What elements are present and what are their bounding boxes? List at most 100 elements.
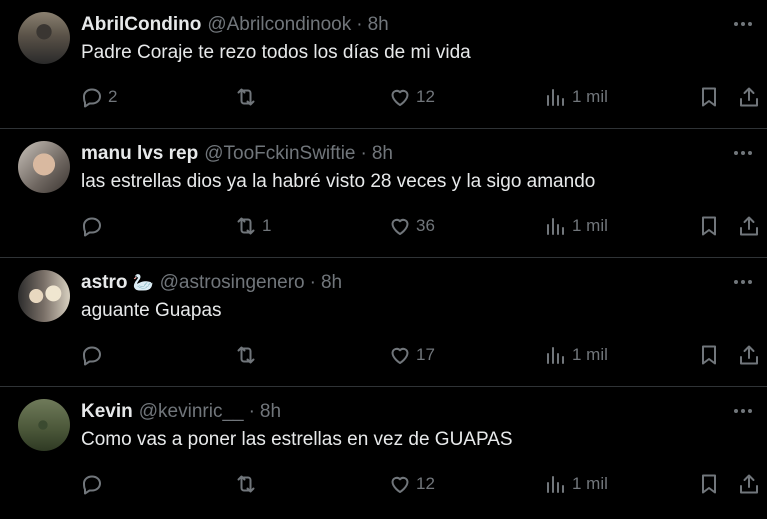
display-name[interactable]: Kevin — [81, 401, 133, 423]
tweet-text: Como vas a poner las estrellas en vez de… — [81, 429, 513, 450]
more-icon[interactable] — [731, 141, 755, 165]
retweet-icon — [237, 217, 255, 235]
retweet-button[interactable]: 1 — [234, 213, 271, 239]
retweet-icon — [237, 88, 255, 106]
views-button[interactable]: 1 mil — [544, 84, 608, 110]
reply-icon — [83, 346, 101, 366]
reply-button[interactable] — [80, 342, 108, 368]
views-icon — [547, 347, 564, 364]
tweet[interactable]: astro 🦢 @astrosingenero · 8h aguante Gua… — [0, 258, 767, 387]
views-count: 1 mil — [572, 87, 608, 106]
display-name[interactable]: AbrilCondino — [81, 14, 201, 36]
tweet-actions: 12 1 mil — [0, 471, 767, 497]
tweet-feed: AbrilCondino @Abrilcondinook · 8h Padre … — [0, 0, 767, 519]
tweet-actions: 1 36 1 mil — [0, 213, 767, 239]
user-handle[interactable]: @TooFckinSwiftie — [204, 143, 355, 165]
share-button[interactable] — [737, 471, 761, 497]
tweet-header: astro 🦢 @astrosingenero · 8h — [81, 271, 342, 295]
views-count: 1 mil — [572, 474, 608, 493]
timestamp[interactable]: 8h — [368, 14, 389, 36]
bookmark-icon — [702, 87, 716, 107]
bookmark-button[interactable] — [697, 84, 721, 110]
reply-button[interactable]: 2 — [80, 84, 117, 110]
separator-dot: · — [248, 401, 255, 422]
tweet-header: manu lvs rep @TooFckinSwiftie · 8h — [81, 142, 393, 166]
bookmark-button[interactable] — [697, 471, 721, 497]
tweet-text: las estrellas dios ya la habré visto 28 … — [81, 171, 596, 192]
views-button[interactable]: 1 mil — [544, 471, 608, 497]
user-handle[interactable]: @kevinric__ — [139, 401, 244, 423]
share-icon — [740, 345, 758, 365]
separator-dot: · — [309, 272, 316, 293]
views-icon — [547, 476, 564, 493]
display-name[interactable]: astro — [81, 272, 127, 294]
swan-emoji: 🦢 — [132, 273, 154, 292]
views-icon — [547, 89, 564, 106]
bookmark-button[interactable] — [697, 342, 721, 368]
retweet-icon — [237, 346, 255, 364]
reply-count: 2 — [108, 87, 118, 106]
bookmark-icon — [702, 345, 716, 365]
reply-button[interactable] — [80, 213, 108, 239]
avatar[interactable] — [18, 399, 70, 451]
bookmark-icon — [702, 216, 716, 236]
avatar[interactable] — [18, 141, 70, 193]
more-icon[interactable] — [731, 270, 755, 294]
heart-icon — [391, 89, 409, 106]
share-icon — [740, 87, 758, 107]
bookmark-button[interactable] — [697, 213, 721, 239]
tweet-text: aguante Guapas — [81, 300, 222, 321]
display-name[interactable]: manu lvs rep — [81, 143, 198, 165]
separator-dot: · — [360, 143, 367, 164]
separator-dot: · — [356, 14, 363, 35]
like-count: 12 — [416, 474, 435, 493]
tweet[interactable]: Kevin @kevinric__ · 8h Como vas a poner … — [0, 387, 767, 519]
tweet-header: AbrilCondino @Abrilcondinook · 8h — [81, 13, 389, 37]
views-button[interactable]: 1 mil — [544, 342, 608, 368]
share-button[interactable] — [737, 213, 761, 239]
timestamp[interactable]: 8h — [260, 401, 281, 423]
reply-icon — [83, 475, 101, 495]
retweet-button[interactable] — [234, 342, 262, 368]
reply-icon — [83, 88, 101, 108]
retweet-button[interactable] — [234, 471, 262, 497]
share-icon — [740, 216, 758, 236]
like-button[interactable]: 12 — [388, 471, 435, 497]
retweet-button[interactable] — [234, 84, 262, 110]
avatar[interactable] — [18, 12, 70, 64]
more-icon[interactable] — [731, 12, 755, 36]
tweet-text: Padre Coraje te rezo todos los días de m… — [81, 42, 471, 63]
like-button[interactable]: 36 — [388, 213, 435, 239]
timestamp[interactable]: 8h — [372, 143, 393, 165]
reply-icon — [83, 217, 101, 237]
timestamp[interactable]: 8h — [321, 272, 342, 294]
more-icon[interactable] — [731, 399, 755, 423]
tweet-actions: 17 1 mil — [0, 342, 767, 368]
reply-button[interactable] — [80, 471, 108, 497]
heart-icon — [391, 218, 409, 235]
heart-icon — [391, 476, 409, 493]
tweet[interactable]: manu lvs rep @TooFckinSwiftie · 8h las e… — [0, 129, 767, 258]
retweet-icon — [237, 475, 255, 493]
avatar[interactable] — [18, 270, 70, 322]
like-count: 36 — [416, 216, 435, 235]
like-button[interactable]: 17 — [388, 342, 435, 368]
bookmark-icon — [702, 474, 716, 494]
views-icon — [547, 218, 564, 235]
tweet[interactable]: AbrilCondino @Abrilcondinook · 8h Padre … — [0, 0, 767, 129]
like-count: 17 — [416, 345, 435, 364]
user-handle[interactable]: @Abrilcondinook — [207, 14, 351, 36]
like-button[interactable]: 12 — [388, 84, 435, 110]
heart-icon — [391, 347, 409, 364]
views-count: 1 mil — [572, 345, 608, 364]
retweet-count: 1 — [262, 216, 272, 235]
tweet-header: Kevin @kevinric__ · 8h — [81, 400, 281, 424]
share-button[interactable] — [737, 342, 761, 368]
like-count: 12 — [416, 87, 435, 106]
views-button[interactable]: 1 mil — [544, 213, 608, 239]
tweet-actions: 2 12 1 mil — [0, 84, 767, 110]
views-count: 1 mil — [572, 216, 608, 235]
share-button[interactable] — [737, 84, 761, 110]
share-icon — [740, 474, 758, 494]
user-handle[interactable]: @astrosingenero — [160, 272, 305, 294]
